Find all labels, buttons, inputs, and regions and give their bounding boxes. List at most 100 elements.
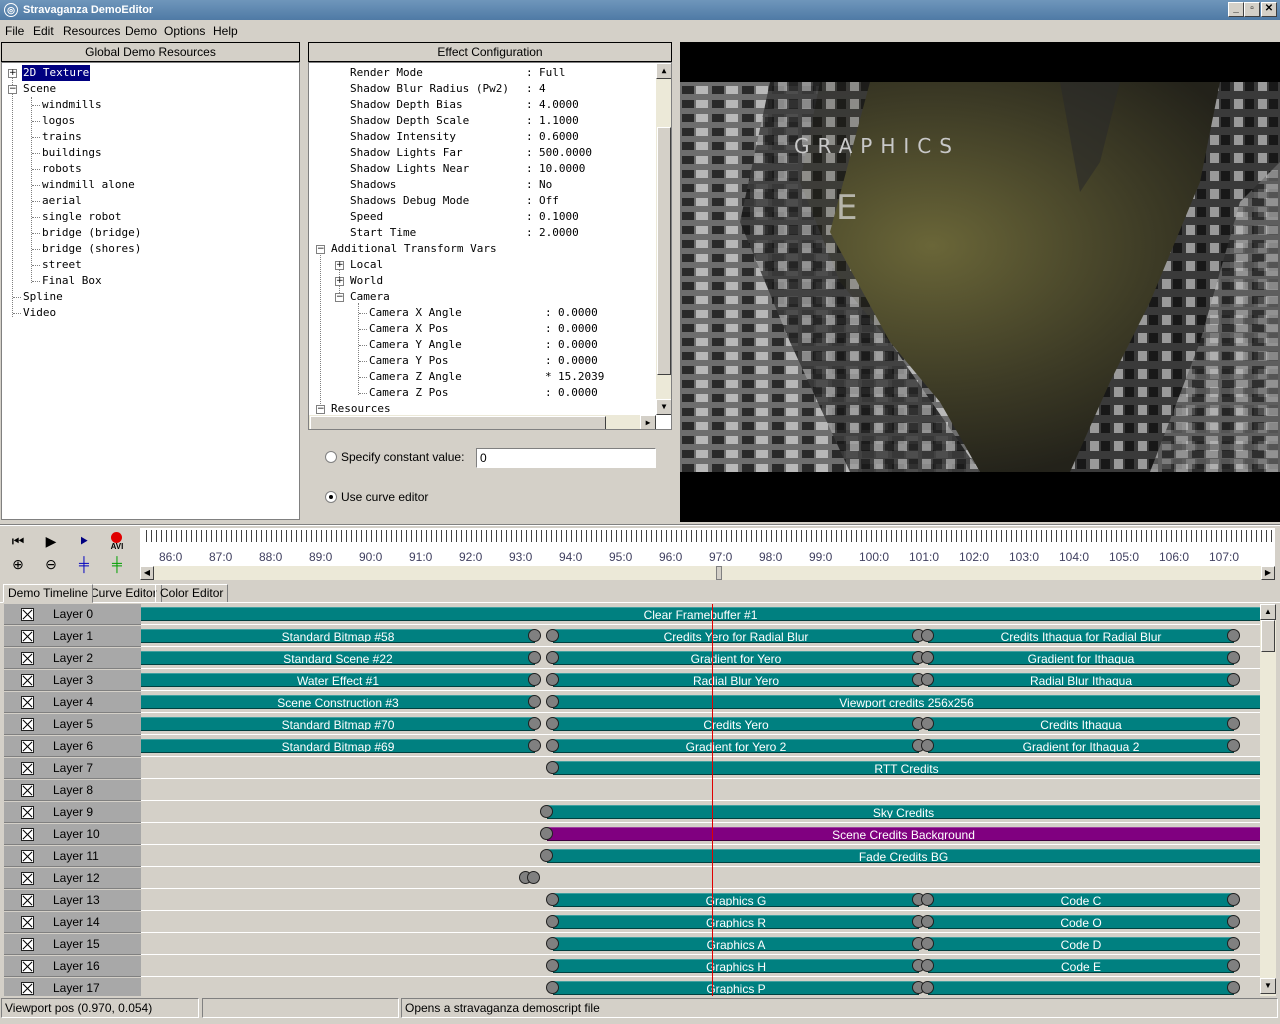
layers-scrollbar[interactable]: ▲ ▼	[1260, 604, 1276, 996]
step-icon[interactable]: ⯈	[70, 530, 98, 552]
group-camera[interactable]: Camera	[350, 289, 390, 305]
tree-item[interactable]: aerial	[42, 193, 82, 209]
layer-row[interactable]: Layer 17 Graphics P	[4, 978, 1260, 996]
timeline-layers[interactable]: Layer 0 Clear Framebuffer #1 Layer 1 Sta…	[0, 604, 1280, 996]
tree-item-video[interactable]: Video	[23, 305, 56, 321]
clip-start-handle[interactable]	[546, 915, 559, 928]
scroll-right-icon[interactable]: ▶	[1261, 566, 1275, 580]
layer-visible-checkbox[interactable]	[21, 762, 34, 775]
effect-clip[interactable]: Clear Framebuffer #1	[141, 607, 1260, 621]
constant-value-radio[interactable]	[325, 451, 337, 463]
clip-end-handle[interactable]	[1227, 651, 1240, 664]
tree-item[interactable]: trains	[42, 129, 82, 145]
camera-param-name[interactable]: Camera X Angle	[369, 305, 462, 321]
scroll-thumb[interactable]	[310, 416, 606, 429]
layer-visible-checkbox[interactable]	[21, 916, 34, 929]
layer-row[interactable]: Layer 13 Graphics G Code C	[4, 890, 1260, 912]
layer-row[interactable]: Layer 12	[4, 868, 1260, 890]
effect-clip[interactable]: Gradient for Ithaqua 2	[928, 739, 1234, 753]
scroll-right-icon[interactable]: ▶	[640, 415, 656, 429]
effect-clip[interactable]: Standard Bitmap #69	[141, 739, 535, 753]
param-value[interactable]: Full	[539, 65, 566, 81]
menu-file[interactable]: File	[5, 24, 24, 38]
layer-row[interactable]: Layer 8	[4, 780, 1260, 802]
scroll-down-icon[interactable]: ▼	[1260, 978, 1276, 994]
menu-resources[interactable]: Resources	[63, 24, 120, 38]
curve-editor-radio[interactable]	[325, 491, 337, 503]
layer-row[interactable]: Layer 14 Graphics R Code O	[4, 912, 1260, 934]
layer-lane[interactable]: Standard Bitmap #69 Gradient for Yero 2 Gr…	[141, 736, 1260, 757]
clip-end-handle[interactable]	[1227, 915, 1240, 928]
menu-options[interactable]: Options	[164, 24, 205, 38]
layer-visible-checkbox[interactable]	[21, 630, 34, 643]
clip-start-handle[interactable]	[546, 761, 559, 774]
clip-end-handle[interactable]	[528, 673, 541, 686]
clip-end-handle[interactable]	[1227, 629, 1240, 642]
effect-clip[interactable]: Standard Bitmap #58	[141, 629, 535, 643]
effect-clip[interactable]: Radial Blur Ithaqua	[928, 673, 1234, 687]
tree-item[interactable]: robots	[42, 161, 82, 177]
layer-lane[interactable]: Scene Construction #3 Viewport credits 25…	[141, 692, 1260, 713]
layer-row[interactable]: Layer 0 Clear Framebuffer #1	[4, 604, 1260, 626]
expand-icon[interactable]: +	[8, 69, 17, 78]
scroll-thumb[interactable]	[716, 566, 722, 580]
rewind-icon[interactable]: ⏮	[4, 530, 32, 552]
param-name[interactable]: Shadow Intensity	[350, 129, 456, 145]
collapse-icon[interactable]: −	[316, 405, 325, 414]
clip-start-handle[interactable]	[921, 673, 934, 686]
clip-start-handle[interactable]	[546, 629, 559, 642]
effect-clip[interactable]: Code C	[928, 893, 1234, 907]
clip-start-handle[interactable]	[540, 827, 553, 840]
close-button[interactable]: ✕	[1261, 2, 1277, 17]
clip-start-handle[interactable]	[546, 893, 559, 906]
scroll-thumb[interactable]	[1261, 620, 1275, 652]
layer-visible-checkbox[interactable]	[21, 652, 34, 665]
clip-end-handle[interactable]	[528, 651, 541, 664]
layer-lane[interactable]: Sky Credits	[141, 802, 1260, 823]
layer-visible-checkbox[interactable]	[21, 982, 34, 995]
layer-visible-checkbox[interactable]	[21, 784, 34, 797]
scroll-thumb[interactable]	[657, 127, 671, 375]
effect-clip[interactable]: Credits Yero for Radial Blur	[553, 629, 919, 643]
layer-lane[interactable]: Graphics P	[141, 978, 1260, 996]
param-value[interactable]: 0.1000	[539, 209, 579, 225]
layer-row[interactable]: Layer 10 Scene Credits Background	[4, 824, 1260, 846]
layer-lane[interactable]: Clear Framebuffer #1	[141, 604, 1260, 625]
tree-item[interactable]: logos	[42, 113, 75, 129]
effect-params-tree[interactable]: Render Mode: Full Shadow Blur Radius (Pw2)…	[308, 62, 672, 430]
layer-lane[interactable]: RTT Credits	[141, 758, 1260, 779]
clip-end-handle[interactable]	[528, 695, 541, 708]
effect-clip[interactable]: Scene Credits Background	[547, 827, 1260, 841]
param-value[interactable]: 1.1000	[539, 113, 579, 129]
layer-visible-checkbox[interactable]	[21, 608, 34, 621]
marker-green-icon[interactable]: ╪	[103, 553, 131, 575]
maximize-button[interactable]: ▫	[1244, 2, 1260, 17]
tab-demo-timeline[interactable]: Demo Timeline	[3, 584, 94, 603]
layer-visible-checkbox[interactable]	[21, 960, 34, 973]
tree-item[interactable]: buildings	[42, 145, 102, 161]
horizontal-scrollbar[interactable]: ▶	[309, 415, 656, 429]
effect-clip[interactable]: RTT Credits	[553, 761, 1260, 775]
layer-row[interactable]: Layer 2 Standard Scene #22 Gradient for Y…	[4, 648, 1260, 670]
effect-clip[interactable]: Gradient for Yero 2	[553, 739, 919, 753]
group-additional-transform[interactable]: Additional Transform Vars	[331, 241, 497, 257]
clip-start-handle[interactable]	[546, 673, 559, 686]
clip-start-handle[interactable]	[921, 959, 934, 972]
effect-clip[interactable]: Graphics A	[553, 937, 919, 951]
layer-lane[interactable]: Graphics G Code C	[141, 890, 1260, 911]
param-name[interactable]: Shadows	[350, 177, 396, 193]
collapse-icon[interactable]: −	[335, 293, 344, 302]
clip-end-handle[interactable]	[1227, 739, 1240, 752]
marker-blue-icon[interactable]: ╪	[70, 553, 98, 575]
collapse-icon[interactable]: −	[8, 85, 17, 94]
tree-item-2d-texture[interactable]: 2D Texture	[22, 65, 91, 81]
param-value[interactable]: No	[539, 177, 552, 193]
clip-start-handle[interactable]	[921, 739, 934, 752]
clip-end-handle[interactable]	[1227, 717, 1240, 730]
camera-param-name[interactable]: Camera Y Pos	[369, 353, 448, 369]
tree-item[interactable]: windmills	[42, 97, 102, 113]
tree-item-scene[interactable]: Scene	[23, 81, 56, 97]
scroll-up-icon[interactable]: ▲	[656, 63, 671, 79]
zoom-in-icon[interactable]: ⊕	[4, 553, 32, 575]
effect-clip[interactable]: Scene Construction #3	[141, 695, 535, 709]
